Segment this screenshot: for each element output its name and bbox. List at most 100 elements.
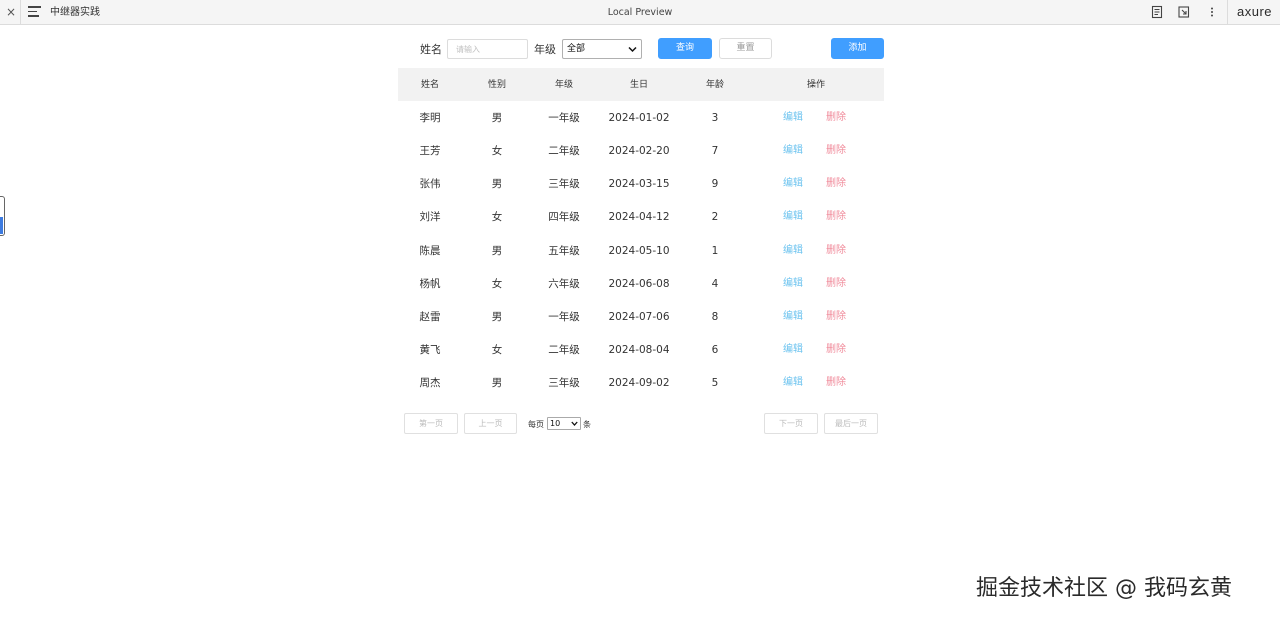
- cell-name: 刘洋: [419, 211, 441, 223]
- grade-select-value: 全部: [567, 44, 586, 54]
- cell-grade: 二年级: [548, 145, 580, 157]
- table-row: 赵雷 男 一年级 2024-07-06 8 编辑 删除: [398, 310, 884, 324]
- per-page-suffix: 条: [583, 420, 591, 429]
- cell-name: 赵雷: [419, 311, 441, 323]
- cell-grade: 三年级: [548, 178, 580, 190]
- open-external-icon[interactable]: [1177, 5, 1191, 19]
- cell-gender: 女: [491, 344, 503, 356]
- cell-gender: 男: [491, 245, 503, 257]
- divider: [1227, 0, 1228, 25]
- delete-link[interactable]: 删除: [826, 177, 846, 191]
- cell-birthday: 2024-04-12: [608, 211, 670, 223]
- more-vertical-icon[interactable]: [1205, 5, 1219, 19]
- table-row: 陈晨 男 五年级 2024-05-10 1 编辑 删除: [398, 244, 884, 258]
- page-notes-icon[interactable]: [1150, 5, 1164, 19]
- edit-link[interactable]: 编辑: [783, 244, 803, 258]
- menu-icon[interactable]: [28, 6, 41, 18]
- cell-birthday: 2024-01-02: [608, 112, 670, 124]
- query-button[interactable]: 查询: [658, 38, 712, 59]
- left-scroll-handle[interactable]: [0, 196, 5, 236]
- cell-gender: 男: [491, 178, 503, 190]
- project-name[interactable]: 中继器实践: [50, 5, 100, 20]
- grade-select[interactable]: 全部: [562, 39, 642, 59]
- first-page-button[interactable]: 第一页: [404, 413, 458, 434]
- column-header-gender: 性别: [487, 80, 507, 90]
- cell-name: 杨帆: [419, 278, 441, 290]
- cell-birthday: 2024-03-15: [608, 178, 670, 190]
- cell-gender: 男: [491, 377, 503, 389]
- cell-gender: 女: [491, 211, 503, 223]
- cell-birthday: 2024-02-20: [608, 145, 670, 157]
- delete-link[interactable]: 删除: [826, 310, 846, 324]
- cell-gender: 男: [491, 112, 503, 124]
- delete-link[interactable]: 删除: [826, 144, 846, 158]
- last-page-button[interactable]: 最后一页: [824, 413, 878, 434]
- edit-link[interactable]: 编辑: [783, 111, 803, 125]
- table-row: 杨帆 女 六年级 2024-06-08 4 编辑 删除: [398, 277, 884, 291]
- table-row: 李明 男 一年级 2024-01-02 3 编辑 删除: [398, 111, 884, 125]
- name-label: 姓名: [420, 43, 442, 56]
- edit-link[interactable]: 编辑: [783, 310, 803, 324]
- grade-label: 年级: [534, 43, 556, 56]
- cell-name: 王芳: [419, 145, 441, 157]
- add-button[interactable]: 添加: [831, 38, 884, 59]
- cell-age: 4: [711, 278, 719, 290]
- cell-grade: 三年级: [548, 377, 580, 389]
- column-header-age: 年龄: [705, 80, 725, 90]
- table-row: 张伟 男 三年级 2024-03-15 9 编辑 删除: [398, 177, 884, 191]
- cell-age: 5: [711, 377, 719, 389]
- cell-age: 6: [711, 344, 719, 356]
- cell-birthday: 2024-05-10: [608, 245, 670, 257]
- next-page-button[interactable]: 下一页: [764, 413, 818, 434]
- edit-link[interactable]: 编辑: [783, 343, 803, 357]
- cell-age: 9: [711, 178, 719, 190]
- column-header-grade: 年级: [554, 80, 574, 90]
- name-search-input[interactable]: [447, 39, 528, 59]
- per-page-value: 10: [550, 419, 561, 428]
- window-title: Local Preview: [607, 7, 673, 18]
- table-row: 周杰 男 三年级 2024-09-02 5 编辑 删除: [398, 376, 884, 390]
- watermark: 掘金技术社区 @ 我码玄黄: [976, 576, 1232, 601]
- edit-link[interactable]: 编辑: [783, 277, 803, 291]
- axure-logo: axure: [1237, 4, 1273, 19]
- delete-link[interactable]: 删除: [826, 210, 846, 224]
- close-icon[interactable]: ×: [5, 5, 17, 19]
- cell-gender: 男: [491, 311, 503, 323]
- delete-link[interactable]: 删除: [826, 111, 846, 125]
- cell-birthday: 2024-07-06: [608, 311, 670, 323]
- chevron-down-icon: [628, 46, 637, 53]
- per-page-select[interactable]: 10: [547, 417, 581, 430]
- delete-link[interactable]: 删除: [826, 277, 846, 291]
- cell-age: 1: [711, 245, 719, 257]
- cell-age: 3: [711, 112, 719, 124]
- cell-name: 周杰: [419, 377, 441, 389]
- table-row: 黄飞 女 二年级 2024-08-04 6 编辑 删除: [398, 343, 884, 357]
- reset-button[interactable]: 重置: [719, 38, 772, 59]
- edit-link[interactable]: 编辑: [783, 210, 803, 224]
- delete-link[interactable]: 删除: [826, 376, 846, 390]
- cell-gender: 女: [491, 278, 503, 290]
- cell-name: 黄飞: [419, 344, 441, 356]
- cell-name: 李明: [419, 112, 441, 124]
- cell-name: 陈晨: [419, 245, 441, 257]
- cell-grade: 一年级: [548, 311, 580, 323]
- cell-birthday: 2024-06-08: [608, 278, 670, 290]
- cell-age: 7: [711, 145, 719, 157]
- cell-birthday: 2024-09-02: [608, 377, 670, 389]
- edit-link[interactable]: 编辑: [783, 144, 803, 158]
- delete-link[interactable]: 删除: [826, 244, 846, 258]
- table-header: 姓名 性别 年级 生日 年龄 操作: [398, 68, 884, 101]
- edit-link[interactable]: 编辑: [783, 177, 803, 191]
- cell-gender: 女: [491, 145, 503, 157]
- prev-page-button[interactable]: 上一页: [464, 413, 517, 434]
- edit-link[interactable]: 编辑: [783, 376, 803, 390]
- cell-age: 8: [711, 311, 719, 323]
- cell-grade: 五年级: [548, 245, 580, 257]
- cell-age: 2: [711, 211, 719, 223]
- cell-grade: 一年级: [548, 112, 580, 124]
- cell-grade: 二年级: [548, 344, 580, 356]
- column-header-name: 姓名: [420, 80, 440, 90]
- table-row: 刘洋 女 四年级 2024-04-12 2 编辑 删除: [398, 210, 884, 224]
- column-header-actions: 操作: [806, 80, 826, 90]
- delete-link[interactable]: 删除: [826, 343, 846, 357]
